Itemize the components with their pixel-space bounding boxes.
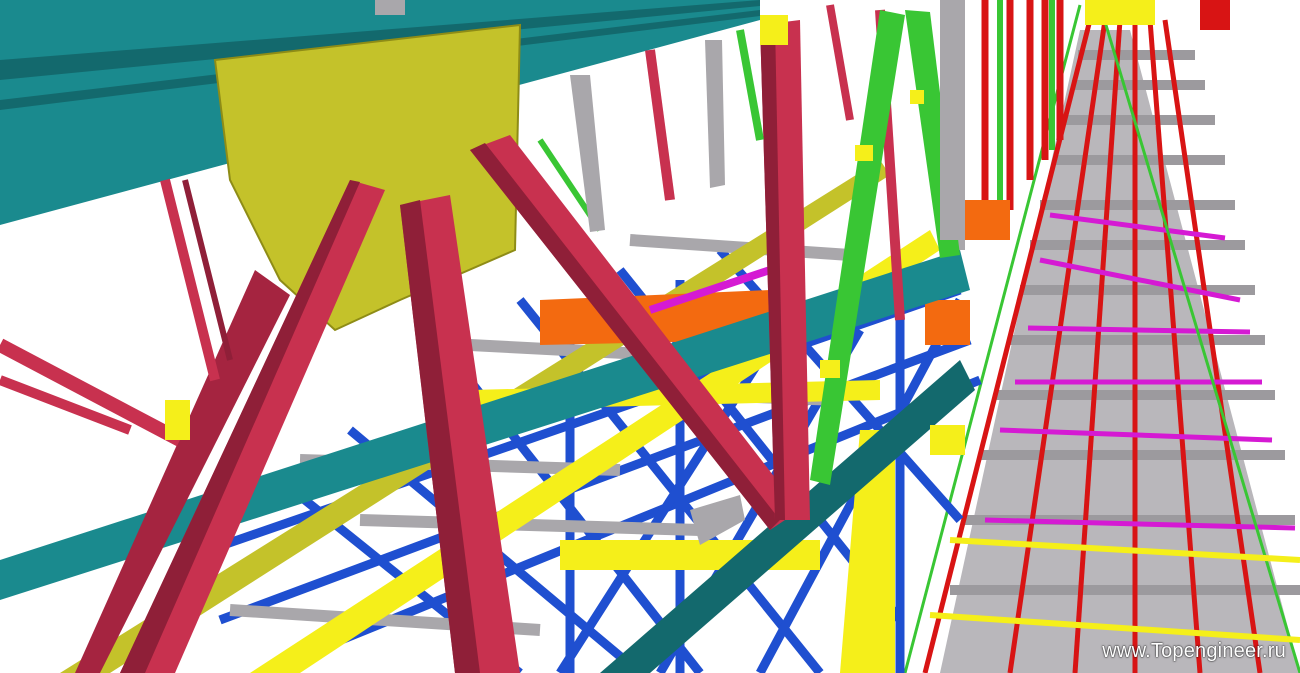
watermark-text: www.Topengineer.ru xyxy=(1102,640,1286,662)
model-viewport[interactable]: www.Topengineer.ru xyxy=(0,0,1300,673)
steel-structure-3d-view xyxy=(0,0,1300,673)
